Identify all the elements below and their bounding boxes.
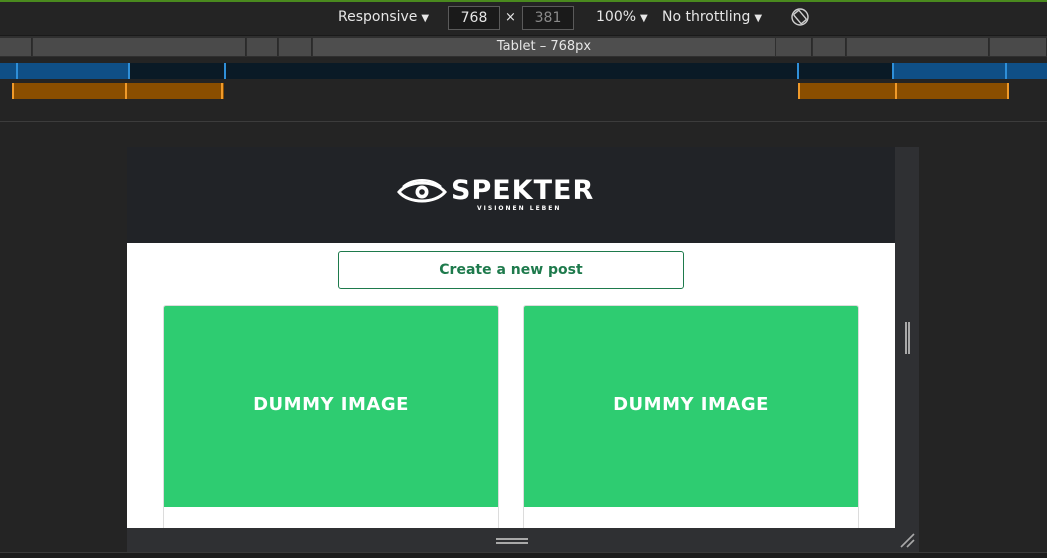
brand-name: SPEKTER — [451, 175, 595, 206]
breakpoint-marker — [12, 83, 14, 99]
media-query-segment[interactable] — [813, 38, 846, 56]
media-query-bar: Tablet – 768px — [0, 35, 1047, 57]
create-post-button[interactable]: Create a new post — [338, 251, 684, 289]
width-input[interactable]: 768 — [448, 6, 500, 30]
media-query-segment[interactable] — [0, 38, 32, 56]
breakpoint-segment[interactable] — [0, 63, 130, 79]
breakpoint-marker — [224, 63, 226, 79]
throttle-select[interactable]: No throttling ▼ — [662, 9, 762, 25]
min-width-breakpoint-bar — [0, 82, 1047, 100]
corner-resize-icon[interactable] — [899, 532, 915, 548]
chevron-down-icon: ▼ — [421, 13, 430, 24]
media-query-segment[interactable] — [33, 38, 246, 56]
chevron-down-icon: ▼ — [754, 13, 763, 24]
brand-tagline: VISIONEN LEBEN — [477, 205, 562, 212]
breakpoint-segment[interactable] — [893, 63, 1047, 79]
height-resize-handle[interactable] — [127, 528, 919, 552]
breakpoint-marker — [1007, 83, 1009, 99]
breakpoint-marker — [221, 83, 223, 99]
breakpoint-marker — [1005, 63, 1007, 79]
breakpoint-segment[interactable] — [798, 83, 1009, 99]
max-width-breakpoint-bar — [0, 63, 1047, 79]
post-card[interactable]: DUMMY IMAGE — [163, 305, 499, 528]
throttle-select-label: No throttling — [662, 9, 751, 25]
height-input[interactable]: 381 — [522, 6, 574, 30]
devtools-bottom-edge — [0, 552, 1047, 558]
media-query-segment[interactable] — [847, 38, 989, 56]
breakpoint-segment[interactable] — [12, 83, 224, 99]
breakpoint-marker — [797, 63, 799, 79]
device-select[interactable]: Responsive ▼ — [338, 9, 429, 25]
device-toolbar: Responsive ▼ 768 × 381 100% ▼ No throttlin… — [0, 2, 1047, 35]
zoom-select[interactable]: 100% ▼ — [596, 9, 648, 25]
site-header: SPEKTER VISIONEN LEBEN — [127, 147, 895, 243]
media-query-tablet[interactable]: Tablet – 768px — [313, 38, 775, 56]
breakpoint-marker — [798, 83, 800, 99]
media-query-segment[interactable] — [776, 38, 812, 56]
chevron-down-icon: ▼ — [640, 13, 648, 24]
media-query-segment[interactable] — [990, 38, 1047, 56]
media-query-segment[interactable] — [279, 38, 312, 56]
breakpoint-marker — [892, 63, 894, 79]
breakpoint-marker — [128, 63, 130, 79]
breakpoint-marker — [16, 63, 18, 79]
site-logo[interactable]: SPEKTER VISIONEN LEBEN — [397, 175, 627, 215]
post-card[interactable]: DUMMY IMAGE — [523, 305, 859, 528]
resize-handle-icon — [496, 538, 528, 544]
breakpoint-marker — [125, 83, 127, 99]
breakpoint-marker — [895, 83, 897, 99]
resize-handle-icon — [905, 322, 910, 354]
times-sign: × — [505, 10, 516, 25]
zoom-select-label: 100% — [596, 9, 637, 25]
rotate-icon[interactable] — [790, 7, 810, 27]
width-resize-handle[interactable] — [895, 147, 919, 528]
device-select-label: Responsive — [338, 9, 418, 25]
card-image-placeholder: DUMMY IMAGE — [164, 306, 498, 507]
responsive-viewport: SPEKTER VISIONEN LEBEN Create a new post… — [127, 147, 895, 528]
eye-logo-icon — [397, 179, 447, 203]
card-image-placeholder: DUMMY IMAGE — [524, 306, 858, 507]
media-query-segment[interactable] — [247, 38, 278, 56]
ruler-divider — [0, 121, 1047, 122]
